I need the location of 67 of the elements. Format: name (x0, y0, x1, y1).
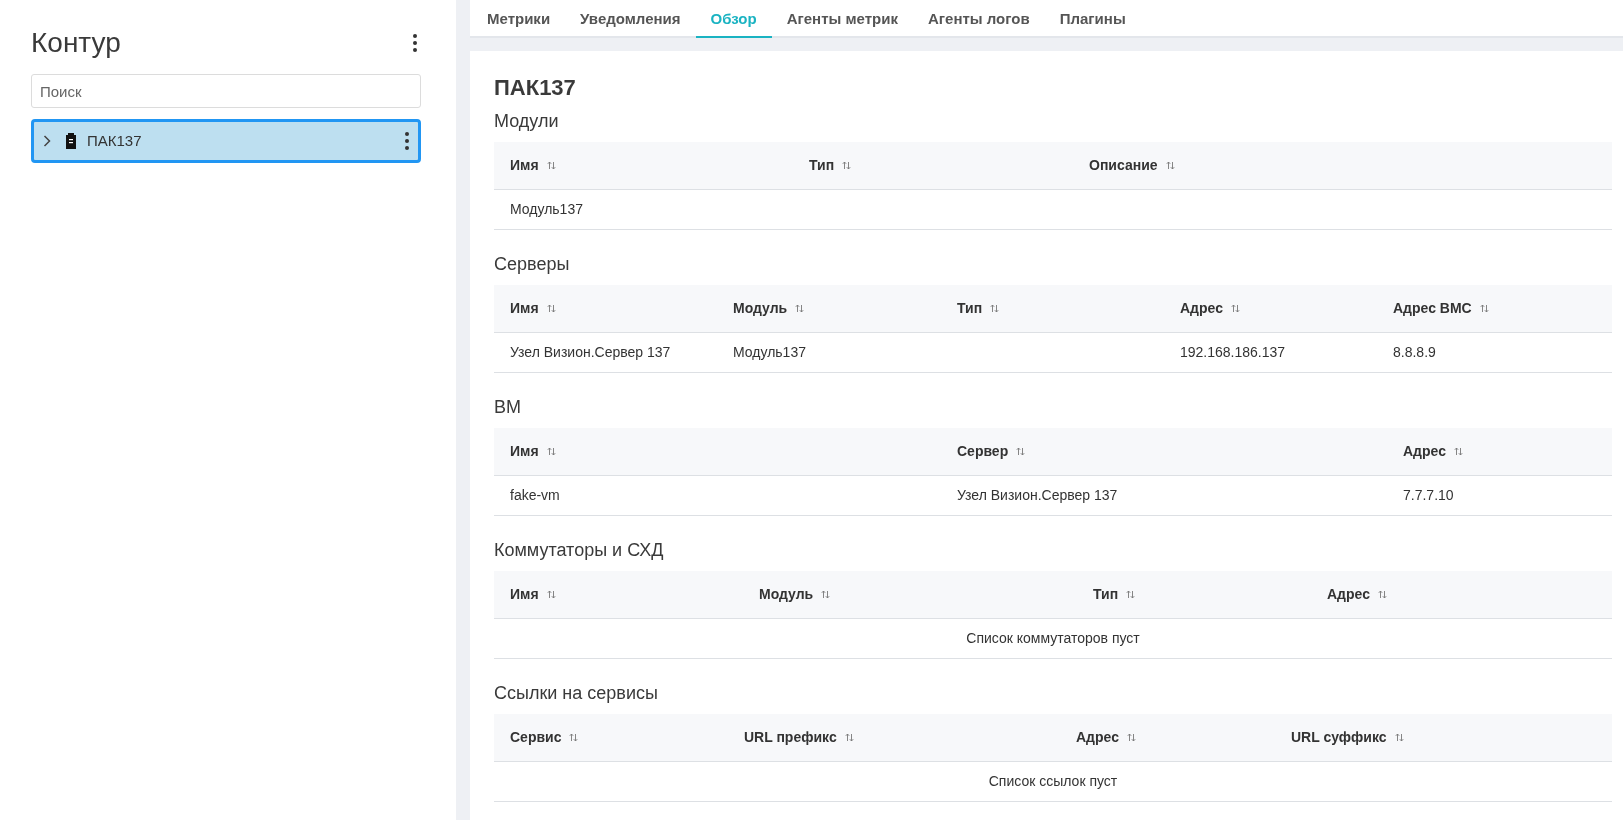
sort-icon[interactable] (1453, 447, 1463, 456)
sort-icon[interactable] (821, 590, 831, 599)
table-cell-text: 7.7.7.10 (1403, 486, 1455, 505)
column-header[interactable]: Имя (510, 298, 539, 319)
tab[interactable]: Метрики (472, 0, 566, 38)
sort-icon[interactable] (1126, 590, 1136, 599)
sort-icon[interactable] (546, 447, 556, 456)
table-cell-text: 192.168.186.137 (1180, 343, 1287, 362)
column-header[interactable]: Модуль (759, 584, 814, 605)
sort-icon[interactable] (1394, 733, 1404, 742)
column-header[interactable]: Имя (510, 584, 539, 605)
empty-table-message: Список ссылок пуст (988, 772, 1118, 791)
table-cell-text: Узел Визион.Сервер 137 (510, 343, 672, 362)
sort-icon[interactable] (844, 733, 854, 742)
page-title: ПАК137 (494, 74, 577, 102)
section-title: Серверы (494, 253, 571, 276)
tab[interactable]: Агенты метрик (771, 0, 913, 38)
sort-icon[interactable] (795, 304, 805, 313)
chevron-icon[interactable] (43, 135, 51, 147)
sort-icon[interactable] (1479, 304, 1489, 313)
sidebar-title: Контур (31, 26, 121, 60)
tab[interactable]: Агенты логов (913, 0, 1045, 38)
server-icon (65, 133, 77, 149)
column-header[interactable]: URL префикс (744, 727, 837, 748)
column-header[interactable]: Тип (1093, 584, 1119, 605)
table-cell-text: Модуль137 (733, 343, 807, 362)
tree-item[interactable]: ПАК137 (31, 119, 421, 163)
column-header[interactable]: Имя (510, 441, 539, 462)
column-header[interactable]: Сервис (510, 727, 562, 748)
sort-icon[interactable] (990, 304, 1000, 313)
tree-item-label: ПАК137 (87, 130, 143, 151)
sort-icon[interactable] (1230, 304, 1240, 313)
section-title: Ссылки на сервисы (494, 682, 659, 705)
column-header[interactable]: Адрес (1403, 441, 1446, 462)
sort-icon[interactable] (569, 733, 579, 742)
column-header[interactable]: Адрес (1180, 298, 1223, 319)
sort-icon[interactable] (546, 304, 556, 313)
sort-icon[interactable] (546, 161, 556, 170)
section-title: Модули (494, 110, 560, 133)
section-title: Коммутаторы и СХД (494, 539, 665, 562)
column-header[interactable]: Описание (1089, 155, 1158, 176)
tab[interactable]: Плагины (1044, 0, 1141, 38)
column-header[interactable]: Тип (809, 155, 835, 176)
column-header[interactable]: Имя (510, 155, 539, 176)
column-header[interactable]: Тип (957, 298, 983, 319)
sort-icon[interactable] (546, 590, 556, 599)
column-header[interactable]: Адрес (1327, 584, 1370, 605)
table-cell-text: 8.8.8.9 (1393, 343, 1437, 362)
table-cell-text: Узел Визион.Сервер 137 (957, 486, 1119, 505)
section-title: ВМ (494, 396, 522, 419)
more-options-icon[interactable] (405, 132, 409, 150)
sort-icon[interactable] (1165, 161, 1175, 170)
column-header[interactable]: Адрес BMC (1393, 298, 1472, 319)
sort-icon[interactable] (842, 161, 852, 170)
sort-icon[interactable] (1377, 590, 1387, 599)
column-header[interactable]: Адрес (1076, 727, 1119, 748)
column-header[interactable]: URL суффикс (1291, 727, 1387, 748)
tab[interactable]: Уведомления (565, 0, 696, 38)
empty-table-message: Список коммутаторов пуст (966, 629, 1140, 648)
column-header[interactable]: Сервер (957, 441, 1009, 462)
more-options-icon[interactable] (413, 34, 417, 52)
column-header[interactable]: Модуль (733, 298, 788, 319)
table-cell-text: Модуль137 (510, 200, 584, 219)
table-cell-text: fake-vm (510, 486, 561, 505)
search-field[interactable]: Поиск (31, 74, 421, 108)
sort-icon[interactable] (1016, 447, 1026, 456)
sort-icon[interactable] (1126, 733, 1136, 742)
